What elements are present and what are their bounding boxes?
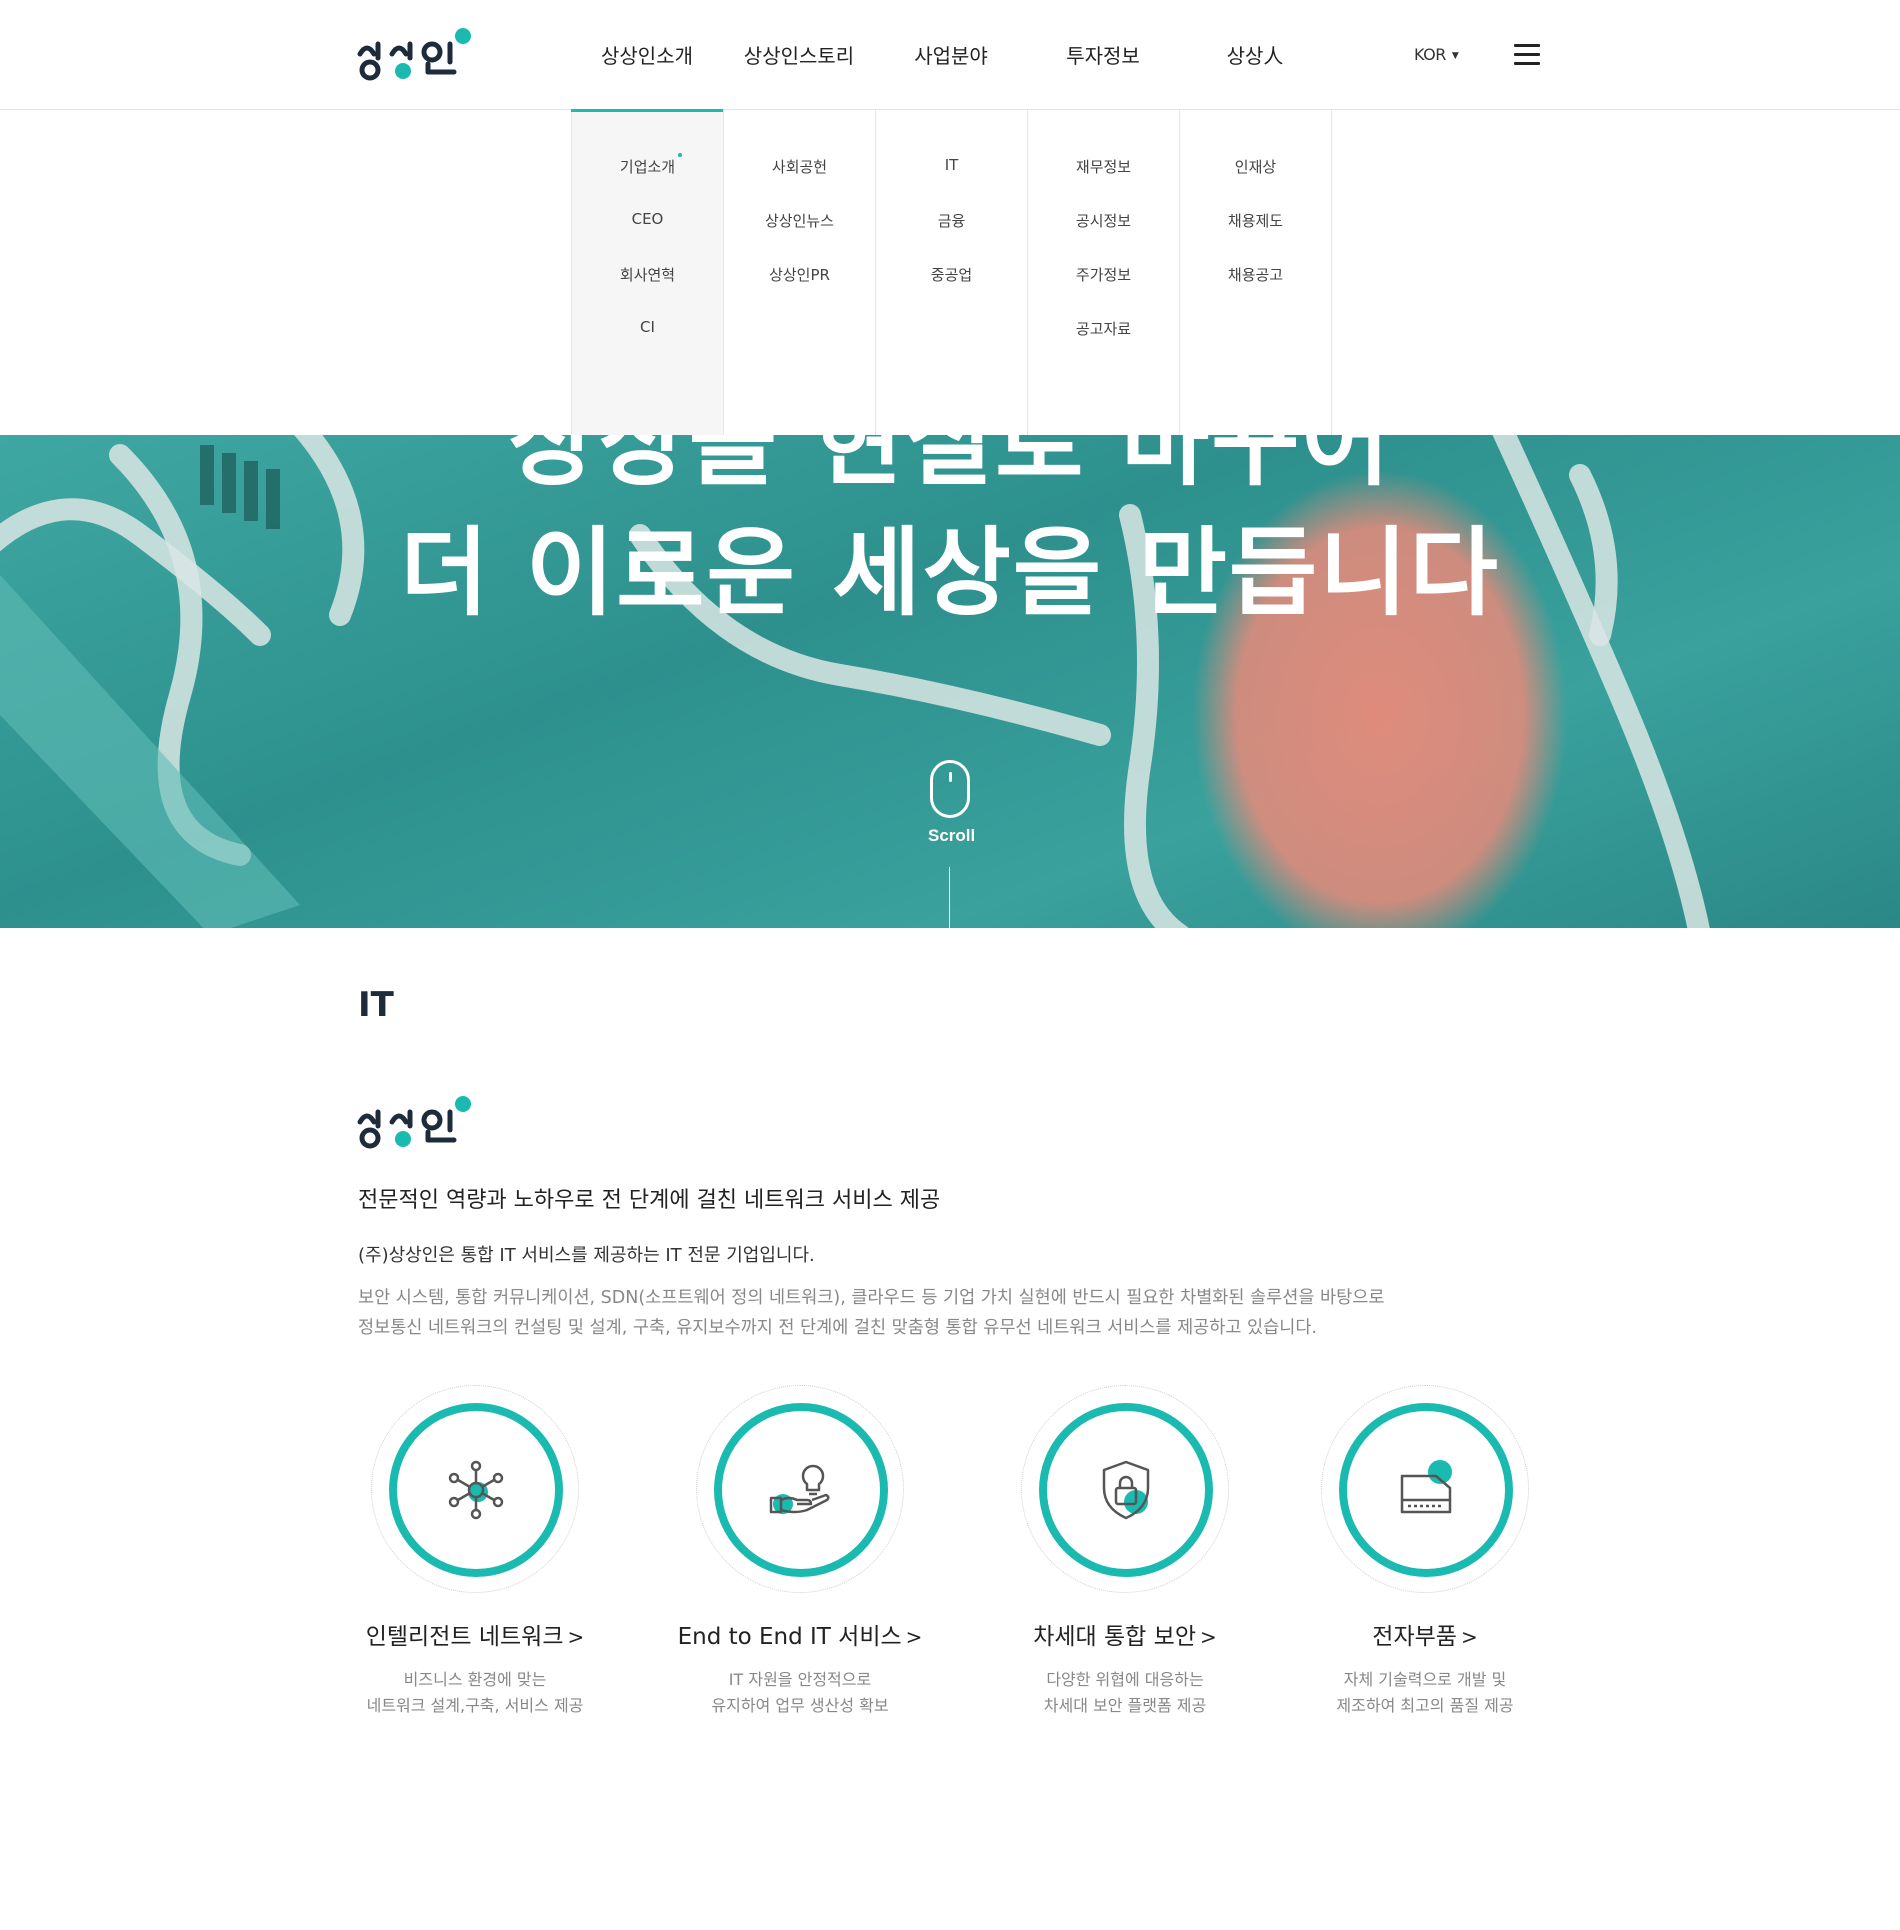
- services-list: 인텔리전트 네트워크 > 비즈니스 환경에 맞는 네트워크 설계,구축, 서비스 제…: [0, 1385, 1900, 1725]
- chevron-right-icon: >: [1460, 1625, 1478, 1649]
- nav-story[interactable]: 상상인스토리: [723, 0, 875, 110]
- language-selector[interactable]: KOR ▼: [1414, 45, 1459, 64]
- section-description: 보안 시스템, 통합 커뮤니케이션, SDN(소프트웨어 정의 네트워크), 클…: [358, 1283, 1558, 1343]
- service-circle: [1021, 1385, 1229, 1593]
- submenu-ci[interactable]: CI: [572, 318, 723, 372]
- mega-col-story: 사회공헌 상상인뉴스 상상인PR: [724, 110, 876, 435]
- menu-icon[interactable]: [1514, 44, 1540, 66]
- submenu-history[interactable]: 회사연혁: [572, 264, 723, 318]
- submenu-disclosure[interactable]: 공시정보: [1028, 210, 1179, 264]
- caret-down-icon: ▼: [1451, 51, 1459, 61]
- mega-col-investor: 재무정보 공시정보 주가정보 공고자료: [1028, 110, 1180, 435]
- service-electronic-parts[interactable]: 전자부품 > 자체 기술력으로 개발 및 제조하여 최고의 품질 제공: [1275, 1385, 1575, 1719]
- submenu-talent[interactable]: 인재상: [1180, 156, 1331, 210]
- service-desc: 다양한 위협에 대응하는 차세대 보안 플랫폼 제공: [1043, 1670, 1207, 1715]
- device-icon: [1400, 1460, 1452, 1514]
- company-logo[interactable]: [356, 26, 474, 84]
- chevron-right-icon: >: [905, 1625, 923, 1649]
- mega-menu: 기업소개 CEO 회사연혁 CI 사회공헌 상상인뉴스 상상인PR IT 금융 …: [0, 110, 1900, 435]
- submenu-recruit[interactable]: 채용공고: [1180, 264, 1331, 318]
- nav-about[interactable]: 상상인소개: [571, 0, 723, 112]
- scroll-indicator[interactable]: Scroll: [928, 760, 976, 928]
- service-end-to-end-it[interactable]: End to End IT 서비스 > IT 자원을 안정적으로 유지하여 업무 생…: [650, 1385, 950, 1719]
- service-circle: [371, 1385, 579, 1593]
- submenu-pr[interactable]: 상상인PR: [724, 264, 875, 318]
- section-title: IT: [358, 985, 394, 1025]
- mouse-icon: [930, 760, 970, 818]
- network-icon: [448, 1460, 504, 1520]
- submenu-heavy-industry[interactable]: 중공업: [876, 264, 1027, 318]
- description-line1: 보안 시스템, 통합 커뮤니케이션, SDN(소프트웨어 정의 네트워크), 클…: [358, 1288, 1385, 1308]
- site-header: 상상인소개 상상인스토리 사업분야 투자정보 상상人 KOR ▼: [0, 0, 1900, 112]
- description-line2: 정보통신 네트워크의 컨설팅 및 설계, 구축, 유지보수까지 전 단계에 걸친…: [358, 1318, 1317, 1338]
- submenu-it[interactable]: IT: [876, 156, 1027, 210]
- main-nav: 상상인소개 상상인스토리 사업분야 투자정보 상상人: [571, 0, 1331, 112]
- chevron-right-icon: >: [567, 1625, 585, 1649]
- submenu-notices[interactable]: 공고자료: [1028, 318, 1179, 372]
- service-desc: IT 자원을 안정적으로 유지하여 업무 생산성 확보: [711, 1670, 889, 1715]
- submenu-social[interactable]: 사회공헌: [724, 156, 875, 210]
- service-next-gen-security[interactable]: 차세대 통합 보안 > 다양한 위협에 대응하는 차세대 보안 플랫폼 제공: [975, 1385, 1275, 1719]
- submenu-hr-system[interactable]: 채용제도: [1180, 210, 1331, 264]
- submenu-ceo[interactable]: CEO: [572, 210, 723, 264]
- active-dot-icon: [678, 153, 683, 157]
- service-circle: [696, 1385, 904, 1593]
- submenu-news[interactable]: 상상인뉴스: [724, 210, 875, 264]
- submenu-company-intro[interactable]: 기업소개: [572, 153, 723, 210]
- service-title: 차세대 통합 보안 >: [1033, 1624, 1217, 1650]
- service-intelligent-network[interactable]: 인텔리전트 네트워크 > 비즈니스 환경에 맞는 네트워크 설계,구축, 서비스 제…: [325, 1385, 625, 1719]
- hero-banner: 상상을 현실로 바꾸어 더 이로운 세상을 만듭니다 Scroll: [0, 435, 1900, 928]
- mega-col-people: 인재상 채용제도 채용공고: [1180, 110, 1332, 435]
- service-title: End to End IT 서비스 >: [677, 1624, 923, 1650]
- section-headline: 전문적인 역량과 노하우로 전 단계에 걸친 네트워크 서비스 제공: [358, 1188, 941, 1213]
- mega-col-business: IT 금융 중공업: [876, 110, 1028, 435]
- submenu-stock[interactable]: 주가정보: [1028, 264, 1179, 318]
- hero-headline-line1: 상상을 현실로 바꾸어: [508, 435, 1392, 499]
- service-desc: 자체 기술력으로 개발 및 제조하여 최고의 품질 제공: [1336, 1670, 1514, 1715]
- scroll-label: Scroll: [928, 826, 976, 845]
- submenu-financial-info[interactable]: 재무정보: [1028, 156, 1179, 210]
- section-lead: (주)상상인은 통합 IT 서비스를 제공하는 IT 전문 기업입니다.: [358, 1245, 815, 1266]
- hand-lightbulb-icon: [769, 1464, 830, 1514]
- shield-lock-icon: [1102, 1460, 1150, 1520]
- section-logo: [357, 1096, 471, 1149]
- service-title: 인텔리전트 네트워크 >: [365, 1624, 585, 1650]
- chevron-right-icon: >: [1199, 1625, 1217, 1649]
- service-desc: 비즈니스 환경에 맞는 네트워크 설계,구축, 서비스 제공: [366, 1670, 584, 1715]
- nav-business[interactable]: 사업분야: [875, 0, 1027, 110]
- nav-people[interactable]: 상상人: [1179, 0, 1331, 110]
- service-title: 전자부품 >: [1372, 1624, 1478, 1650]
- language-label: KOR: [1414, 45, 1446, 64]
- service-circle: [1321, 1385, 1529, 1593]
- scroll-line: [949, 867, 950, 928]
- submenu-finance[interactable]: 금융: [876, 210, 1027, 264]
- hero-headline-line2: 더 이로운 세상을 만듭니다: [400, 517, 1500, 629]
- mega-col-about: 기업소개 CEO 회사연혁 CI: [572, 110, 724, 435]
- nav-investor[interactable]: 투자정보: [1027, 0, 1179, 110]
